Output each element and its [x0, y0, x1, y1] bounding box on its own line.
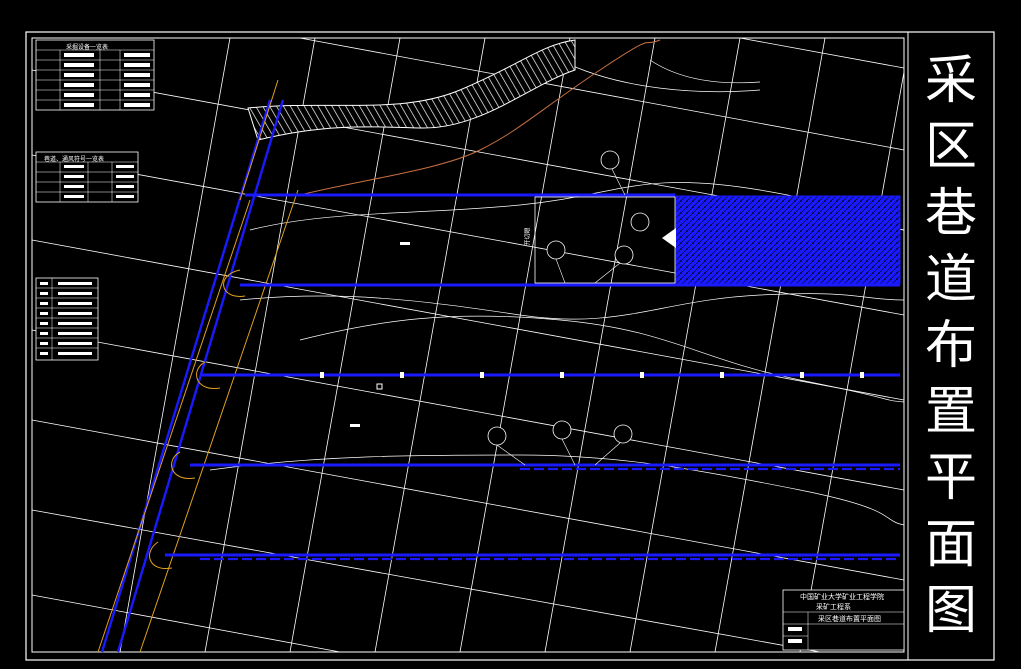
working-face-outline	[534, 196, 676, 284]
outer-frame	[25, 31, 995, 661]
legend-a-title: 采掘设备一览表	[66, 44, 109, 51]
fault-zone	[247, 39, 576, 141]
title-char: 区	[924, 117, 977, 178]
title-char: 平	[924, 448, 977, 509]
cut-label: 开切眼	[524, 227, 532, 246]
title-char: 图	[924, 580, 977, 641]
title-char: 道	[924, 249, 977, 310]
title-char: 面	[924, 514, 977, 575]
title-char: 巷	[924, 183, 977, 244]
title-block-line3: 采区巷道布置平面图	[818, 615, 881, 623]
drawing-title-vertical: 采 区 巷 道 布 置 平 面 图	[908, 32, 994, 660]
legend-list	[35, 277, 99, 361]
title-block-line2: 采矿工程系	[816, 603, 851, 611]
cad-drawing-canvas[interactable]	[0, 0, 1021, 669]
legend-b-title: 巷道、通风符号一览表	[44, 156, 105, 163]
roadway-junctions	[149, 269, 246, 569]
title-char: 置	[924, 382, 977, 443]
title-block-line1: 中国矿业大学矿业工程学院	[800, 593, 884, 601]
title-char: 采	[924, 51, 977, 112]
advance-arrow	[662, 228, 676, 248]
title-char: 布	[924, 315, 977, 376]
dashed-roadways	[200, 467, 900, 561]
mined-out-area	[675, 195, 901, 285]
